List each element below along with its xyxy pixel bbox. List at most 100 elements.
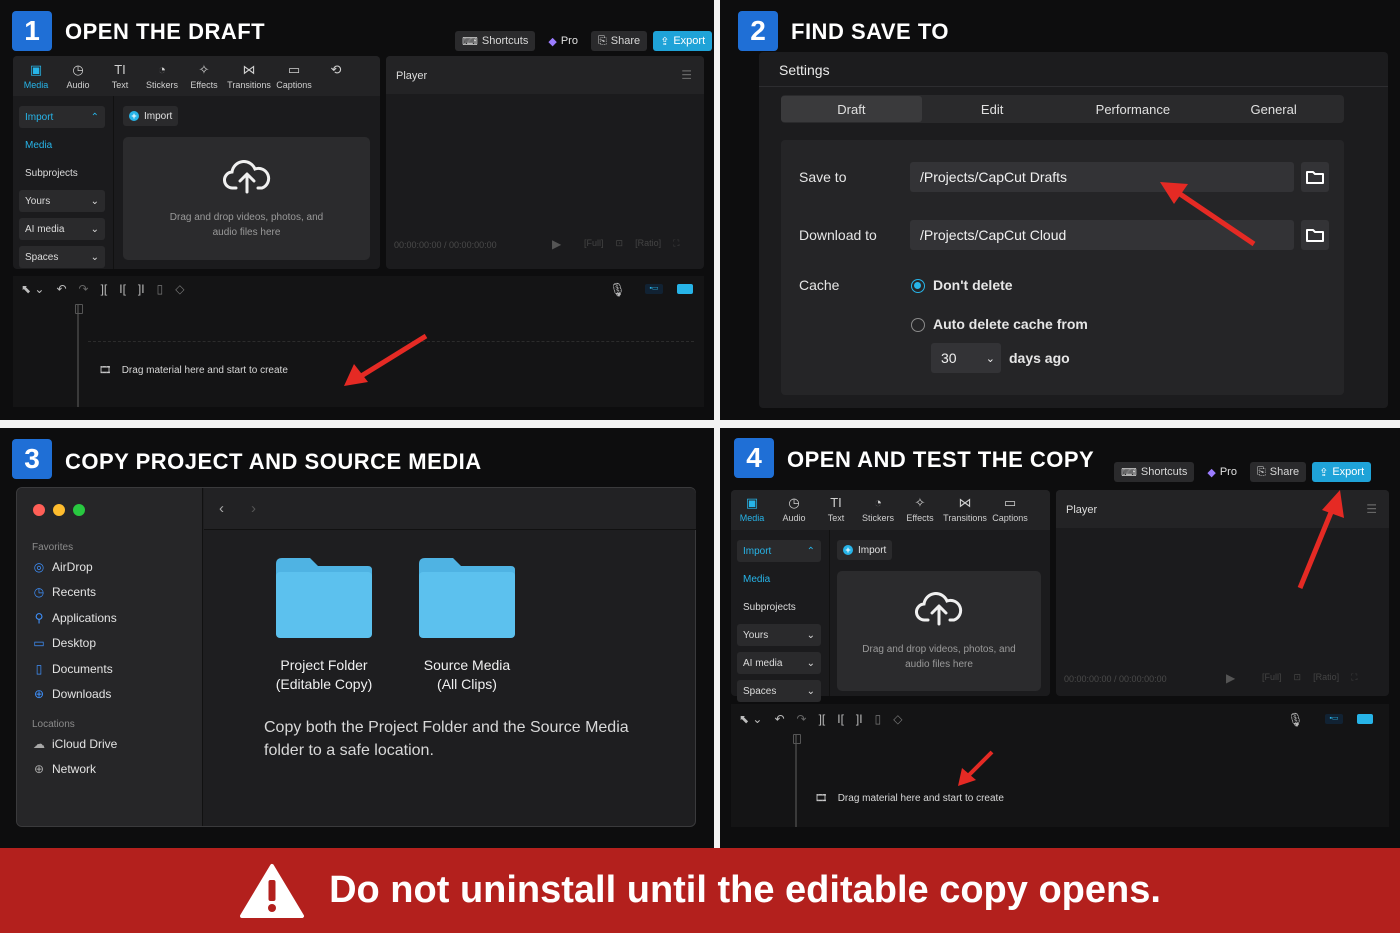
- sidebar-import[interactable]: Import ⌃: [19, 106, 105, 128]
- sidebar-item-desktop[interactable]: ▭ Desktop: [32, 636, 96, 650]
- save-to-browse-button[interactable]: [1301, 162, 1329, 192]
- sidebar-item-applications[interactable]: ⚲ Applications: [32, 611, 117, 625]
- sidebar-subprojects[interactable]: Subprojects: [737, 596, 821, 618]
- share-button[interactable]: ⎘ Share: [1249, 462, 1307, 482]
- tab-transitions[interactable]: ⋈ Transitions: [941, 496, 989, 524]
- project-folder-icon[interactable]: [274, 556, 374, 640]
- tab-more[interactable]: ⟲: [315, 63, 357, 90]
- export-button[interactable]: ⇪ Export: [653, 31, 713, 51]
- export-button[interactable]: ⇪ Export: [1312, 462, 1372, 482]
- tab-text[interactable]: TI Text: [99, 63, 141, 91]
- close-window-button[interactable]: [33, 504, 45, 516]
- split-left-icon[interactable]: I[: [119, 282, 126, 296]
- magnet-icon[interactable]: [1357, 714, 1373, 724]
- playhead[interactable]: [77, 304, 79, 407]
- tab-performance[interactable]: Performance: [1063, 96, 1204, 122]
- tab-captions[interactable]: ▭ Captions: [989, 496, 1031, 524]
- zoom-icon[interactable]: ⊡: [1294, 672, 1302, 683]
- delete-icon[interactable]: ▯: [157, 282, 164, 296]
- import-button[interactable]: + Import: [123, 106, 179, 126]
- sidebar-subprojects[interactable]: Subprojects: [19, 162, 105, 184]
- split-icon[interactable]: ][: [101, 282, 108, 296]
- sidebar-item-recents[interactable]: ◷ Recents: [32, 585, 96, 599]
- microphone-icon[interactable]: 🎙: [609, 282, 626, 298]
- ratio-icon[interactable]: [Ratio]: [635, 238, 661, 249]
- pro-button[interactable]: ◆ Pro: [1200, 462, 1244, 482]
- auto-delete-radio[interactable]: [911, 318, 925, 332]
- link-icon[interactable]: ▪▭: [645, 284, 663, 294]
- shield-icon[interactable]: ◇: [893, 712, 902, 726]
- sidebar-import[interactable]: Import ⌃: [737, 540, 821, 562]
- tab-stickers[interactable]: ◔ Stickers: [141, 63, 183, 91]
- redo-icon[interactable]: ↷: [797, 712, 807, 726]
- zoom-icon[interactable]: ⊡: [616, 238, 624, 249]
- zoom-window-button[interactable]: [73, 504, 85, 516]
- shortcuts-button[interactable]: ⌨ Shortcuts: [455, 31, 536, 51]
- tab-effects[interactable]: ✧ Effects: [899, 496, 941, 524]
- tab-edit[interactable]: Edit: [922, 96, 1063, 122]
- split-right-icon[interactable]: ]I: [138, 282, 145, 296]
- import-button[interactable]: + Import: [837, 540, 893, 560]
- tab-audio[interactable]: ◷ Audio: [57, 63, 99, 91]
- tab-stickers[interactable]: ◔ Stickers: [857, 496, 899, 524]
- tab-audio[interactable]: ◷ Audio: [773, 496, 815, 524]
- playhead[interactable]: [795, 734, 797, 827]
- fullscreen-icon[interactable]: ⛶: [673, 238, 679, 249]
- days-select[interactable]: 30 ⌄: [931, 343, 1001, 373]
- tab-text[interactable]: TI Text: [815, 496, 857, 524]
- split-left-icon[interactable]: I[: [837, 712, 844, 726]
- dont-delete-radio[interactable]: [911, 279, 925, 293]
- delete-icon[interactable]: ▯: [875, 712, 882, 726]
- download-to-browse-button[interactable]: [1301, 220, 1329, 250]
- undo-icon[interactable]: ↶: [56, 282, 66, 296]
- menu-icon[interactable]: ☰: [1366, 502, 1377, 516]
- sidebar-yours[interactable]: Yours ⌄: [19, 190, 105, 212]
- split-right-icon[interactable]: ]I: [856, 712, 863, 726]
- fullscreen-icon[interactable]: ⛶: [1351, 672, 1357, 683]
- share-button[interactable]: ⎘ Share: [590, 31, 648, 51]
- drop-zone[interactable]: Drag and drop videos, photos, and audio …: [837, 571, 1041, 691]
- shield-icon[interactable]: ◇: [175, 282, 184, 296]
- sidebar-ai-media[interactable]: AI media ⌄: [737, 652, 821, 674]
- play-icon[interactable]: ▶: [1226, 671, 1235, 685]
- playhead-handle[interactable]: [75, 304, 83, 314]
- split-icon[interactable]: ][: [819, 712, 826, 726]
- sidebar-media[interactable]: Media: [737, 568, 821, 590]
- microphone-icon[interactable]: 🎙: [1287, 712, 1304, 728]
- menu-icon[interactable]: ☰: [681, 68, 692, 82]
- forward-icon[interactable]: ›: [251, 500, 256, 517]
- playhead-handle[interactable]: [793, 734, 801, 744]
- magnet-icon[interactable]: [677, 284, 693, 294]
- tab-media[interactable]: ▣ Media: [15, 63, 57, 91]
- tab-media[interactable]: ▣ Media: [731, 496, 773, 524]
- sidebar-item-airdrop[interactable]: ◎ AirDrop: [32, 560, 93, 574]
- sidebar-item-downloads[interactable]: ⊕ Downloads: [32, 687, 111, 701]
- drop-zone[interactable]: Drag and drop videos, photos, and audio …: [123, 137, 370, 260]
- pro-button[interactable]: ◆ Pro: [541, 31, 585, 51]
- back-icon[interactable]: ‹: [219, 500, 224, 517]
- full-icon[interactable]: [Full]: [1262, 672, 1282, 683]
- undo-icon[interactable]: ↶: [774, 712, 784, 726]
- sidebar-spaces[interactable]: Spaces ⌄: [19, 246, 105, 268]
- tab-general[interactable]: General: [1203, 96, 1344, 122]
- sidebar-item-network[interactable]: ⊕ Network: [32, 762, 96, 776]
- minimize-window-button[interactable]: [53, 504, 65, 516]
- full-icon[interactable]: [Full]: [584, 238, 604, 249]
- select-tool-icon[interactable]: ⬉ ⌄: [739, 712, 762, 726]
- tab-captions[interactable]: ▭ Captions: [273, 63, 315, 91]
- sidebar-item-documents[interactable]: ▯ Documents: [32, 662, 113, 676]
- redo-icon[interactable]: ↷: [79, 282, 89, 296]
- sidebar-spaces[interactable]: Spaces ⌄: [737, 680, 821, 702]
- sidebar-yours[interactable]: Yours ⌄: [737, 624, 821, 646]
- tab-effects[interactable]: ✧ Effects: [183, 63, 225, 91]
- shortcuts-button[interactable]: ⌨ Shortcuts: [1114, 462, 1195, 482]
- sidebar-item-icloud[interactable]: ☁ iCloud Drive: [32, 737, 117, 751]
- play-icon[interactable]: ▶: [552, 237, 561, 251]
- tab-draft[interactable]: Draft: [781, 96, 922, 122]
- tab-transitions[interactable]: ⋈ Transitions: [225, 63, 273, 91]
- sidebar-ai-media[interactable]: AI media ⌄: [19, 218, 105, 240]
- sidebar-media[interactable]: Media: [19, 134, 105, 156]
- ratio-icon[interactable]: [Ratio]: [1313, 672, 1339, 683]
- select-tool-icon[interactable]: ⬉ ⌄: [21, 282, 44, 296]
- source-media-folder-icon[interactable]: [417, 556, 517, 640]
